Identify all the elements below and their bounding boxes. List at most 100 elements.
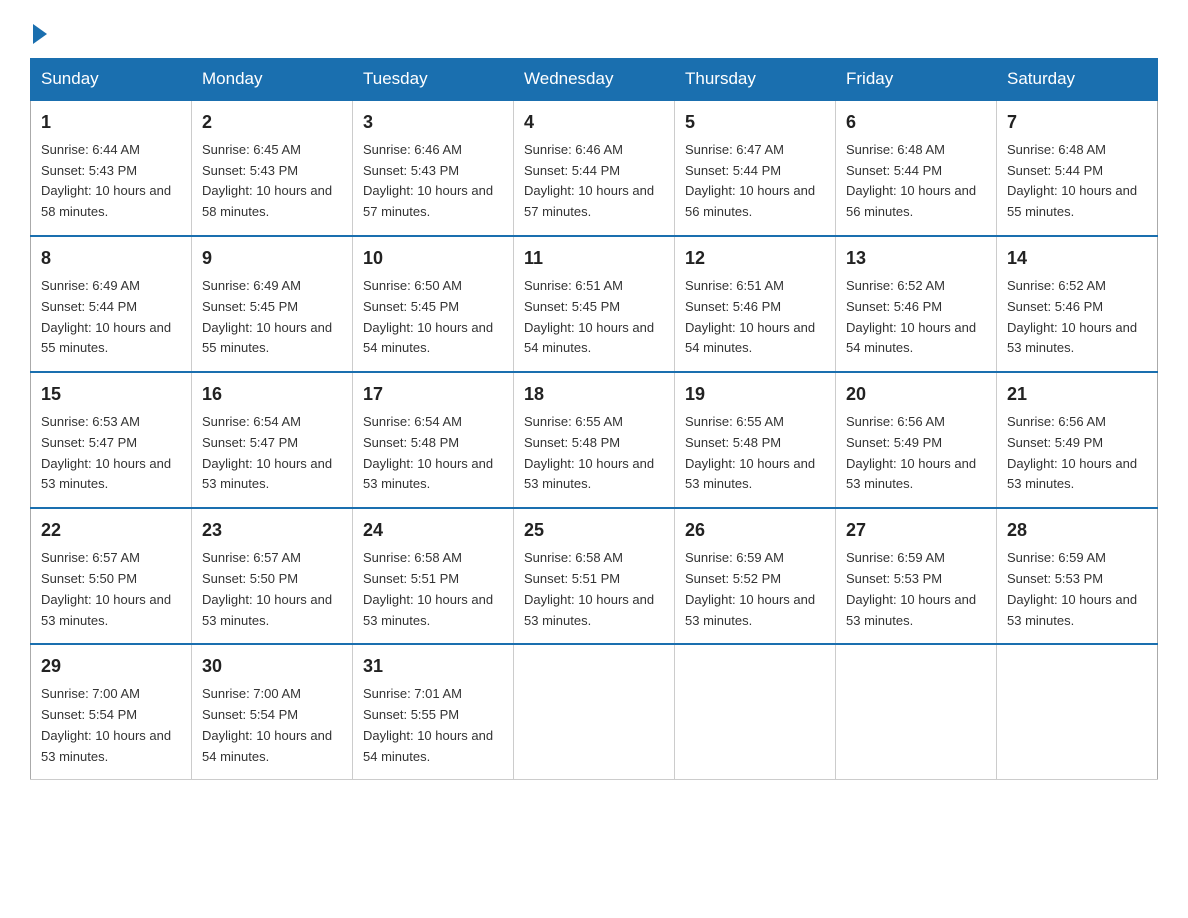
day-number: 9 <box>202 245 342 273</box>
calendar-cell: 31Sunrise: 7:01 AMSunset: 5:55 PMDayligh… <box>353 644 514 780</box>
day-info: Sunrise: 7:00 AMSunset: 5:54 PMDaylight:… <box>41 684 181 767</box>
day-info: Sunrise: 6:54 AMSunset: 5:47 PMDaylight:… <box>202 412 342 495</box>
day-number: 16 <box>202 381 342 409</box>
calendar-cell: 27 Sunrise: 6:59 AMSunset: 5:53 PMDayligh… <box>836 508 997 644</box>
calendar-cell <box>997 644 1158 780</box>
calendar-cell: 15Sunrise: 6:53 AMSunset: 5:47 PMDayligh… <box>31 372 192 508</box>
calendar-cell: 14 Sunrise: 6:52 AMSunset: 5:46 PMDayligh… <box>997 236 1158 372</box>
day-number: 10 <box>363 245 503 273</box>
column-header-thursday: Thursday <box>675 59 836 101</box>
calendar-week-row: 8 Sunrise: 6:49 AMSunset: 5:44 PMDaylight… <box>31 236 1158 372</box>
day-number: 19 <box>685 381 825 409</box>
day-info: Sunrise: 6:59 AMSunset: 5:52 PMDaylight:… <box>685 548 825 631</box>
day-info: Sunrise: 7:00 AMSunset: 5:54 PMDaylight:… <box>202 684 342 767</box>
day-number: 17 <box>363 381 503 409</box>
day-info: Sunrise: 6:49 AMSunset: 5:44 PMDaylight:… <box>41 276 181 359</box>
day-number: 11 <box>524 245 664 273</box>
calendar-week-row: 15Sunrise: 6:53 AMSunset: 5:47 PMDayligh… <box>31 372 1158 508</box>
day-info: Sunrise: 6:50 AMSunset: 5:45 PMDaylight:… <box>363 276 503 359</box>
day-info: Sunrise: 6:45 AMSunset: 5:43 PMDaylight:… <box>202 140 342 223</box>
day-info: Sunrise: 6:56 AMSunset: 5:49 PMDaylight:… <box>846 412 986 495</box>
day-number: 31 <box>363 653 503 681</box>
calendar-cell: 30 Sunrise: 7:00 AMSunset: 5:54 PMDayligh… <box>192 644 353 780</box>
calendar-cell: 19 Sunrise: 6:55 AMSunset: 5:48 PMDayligh… <box>675 372 836 508</box>
day-info: Sunrise: 6:46 AMSunset: 5:43 PMDaylight:… <box>363 140 503 223</box>
column-header-wednesday: Wednesday <box>514 59 675 101</box>
calendar-cell <box>514 644 675 780</box>
calendar-cell: 8 Sunrise: 6:49 AMSunset: 5:44 PMDaylight… <box>31 236 192 372</box>
calendar-cell <box>836 644 997 780</box>
day-info: Sunrise: 6:54 AMSunset: 5:48 PMDaylight:… <box>363 412 503 495</box>
calendar-cell: 25 Sunrise: 6:58 AMSunset: 5:51 PMDayligh… <box>514 508 675 644</box>
column-header-saturday: Saturday <box>997 59 1158 101</box>
calendar-cell: 3 Sunrise: 6:46 AMSunset: 5:43 PMDaylight… <box>353 100 514 236</box>
calendar-cell: 28 Sunrise: 6:59 AMSunset: 5:53 PMDayligh… <box>997 508 1158 644</box>
calendar-cell: 10 Sunrise: 6:50 AMSunset: 5:45 PMDayligh… <box>353 236 514 372</box>
calendar-header-row: SundayMondayTuesdayWednesdayThursdayFrid… <box>31 59 1158 101</box>
day-info: Sunrise: 6:52 AMSunset: 5:46 PMDaylight:… <box>846 276 986 359</box>
day-number: 30 <box>202 653 342 681</box>
calendar-cell: 4 Sunrise: 6:46 AMSunset: 5:44 PMDaylight… <box>514 100 675 236</box>
day-info: Sunrise: 6:49 AMSunset: 5:45 PMDaylight:… <box>202 276 342 359</box>
calendar-cell: 11 Sunrise: 6:51 AMSunset: 5:45 PMDayligh… <box>514 236 675 372</box>
day-number: 29 <box>41 653 181 681</box>
day-number: 5 <box>685 109 825 137</box>
day-number: 23 <box>202 517 342 545</box>
day-number: 14 <box>1007 245 1147 273</box>
calendar-cell <box>675 644 836 780</box>
day-info: Sunrise: 6:51 AMSunset: 5:45 PMDaylight:… <box>524 276 664 359</box>
day-number: 25 <box>524 517 664 545</box>
day-info: Sunrise: 6:55 AMSunset: 5:48 PMDaylight:… <box>685 412 825 495</box>
calendar-cell: 24 Sunrise: 6:58 AMSunset: 5:51 PMDayligh… <box>353 508 514 644</box>
calendar-cell: 5Sunrise: 6:47 AMSunset: 5:44 PMDaylight… <box>675 100 836 236</box>
calendar-cell: 26 Sunrise: 6:59 AMSunset: 5:52 PMDayligh… <box>675 508 836 644</box>
calendar-week-row: 22 Sunrise: 6:57 AMSunset: 5:50 PMDayligh… <box>31 508 1158 644</box>
day-info: Sunrise: 6:57 AMSunset: 5:50 PMDaylight:… <box>202 548 342 631</box>
day-number: 28 <box>1007 517 1147 545</box>
calendar-week-row: 1Sunrise: 6:44 AMSunset: 5:43 PMDaylight… <box>31 100 1158 236</box>
calendar-cell: 6 Sunrise: 6:48 AMSunset: 5:44 PMDaylight… <box>836 100 997 236</box>
calendar-cell: 18 Sunrise: 6:55 AMSunset: 5:48 PMDayligh… <box>514 372 675 508</box>
logo-arrow-icon <box>33 24 47 44</box>
column-header-sunday: Sunday <box>31 59 192 101</box>
logo <box>30 20 47 40</box>
day-number: 18 <box>524 381 664 409</box>
day-number: 4 <box>524 109 664 137</box>
day-number: 26 <box>685 517 825 545</box>
day-info: Sunrise: 6:46 AMSunset: 5:44 PMDaylight:… <box>524 140 664 223</box>
day-info: Sunrise: 6:58 AMSunset: 5:51 PMDaylight:… <box>524 548 664 631</box>
day-info: Sunrise: 6:58 AMSunset: 5:51 PMDaylight:… <box>363 548 503 631</box>
day-number: 21 <box>1007 381 1147 409</box>
day-info: Sunrise: 6:56 AMSunset: 5:49 PMDaylight:… <box>1007 412 1147 495</box>
calendar-cell: 16 Sunrise: 6:54 AMSunset: 5:47 PMDayligh… <box>192 372 353 508</box>
day-info: Sunrise: 6:59 AMSunset: 5:53 PMDaylight:… <box>846 548 986 631</box>
calendar-cell: 12Sunrise: 6:51 AMSunset: 5:46 PMDayligh… <box>675 236 836 372</box>
day-info: Sunrise: 6:48 AMSunset: 5:44 PMDaylight:… <box>846 140 986 223</box>
calendar-cell: 9 Sunrise: 6:49 AMSunset: 5:45 PMDaylight… <box>192 236 353 372</box>
calendar-cell: 29 Sunrise: 7:00 AMSunset: 5:54 PMDayligh… <box>31 644 192 780</box>
day-number: 20 <box>846 381 986 409</box>
day-info: Sunrise: 6:55 AMSunset: 5:48 PMDaylight:… <box>524 412 664 495</box>
day-number: 7 <box>1007 109 1147 137</box>
day-info: Sunrise: 6:52 AMSunset: 5:46 PMDaylight:… <box>1007 276 1147 359</box>
day-number: 1 <box>41 109 181 137</box>
calendar-cell: 2Sunrise: 6:45 AMSunset: 5:43 PMDaylight… <box>192 100 353 236</box>
day-number: 3 <box>363 109 503 137</box>
column-header-monday: Monday <box>192 59 353 101</box>
calendar-cell: 23 Sunrise: 6:57 AMSunset: 5:50 PMDayligh… <box>192 508 353 644</box>
column-header-tuesday: Tuesday <box>353 59 514 101</box>
calendar-week-row: 29 Sunrise: 7:00 AMSunset: 5:54 PMDayligh… <box>31 644 1158 780</box>
calendar-cell: 22 Sunrise: 6:57 AMSunset: 5:50 PMDayligh… <box>31 508 192 644</box>
day-number: 8 <box>41 245 181 273</box>
column-header-friday: Friday <box>836 59 997 101</box>
calendar-cell: 17 Sunrise: 6:54 AMSunset: 5:48 PMDayligh… <box>353 372 514 508</box>
day-info: Sunrise: 6:59 AMSunset: 5:53 PMDaylight:… <box>1007 548 1147 631</box>
day-number: 24 <box>363 517 503 545</box>
day-number: 22 <box>41 517 181 545</box>
page-header <box>30 20 1158 40</box>
day-number: 6 <box>846 109 986 137</box>
day-number: 27 <box>846 517 986 545</box>
calendar-table: SundayMondayTuesdayWednesdayThursdayFrid… <box>30 58 1158 780</box>
day-info: Sunrise: 6:57 AMSunset: 5:50 PMDaylight:… <box>41 548 181 631</box>
day-info: Sunrise: 6:51 AMSunset: 5:46 PMDaylight:… <box>685 276 825 359</box>
